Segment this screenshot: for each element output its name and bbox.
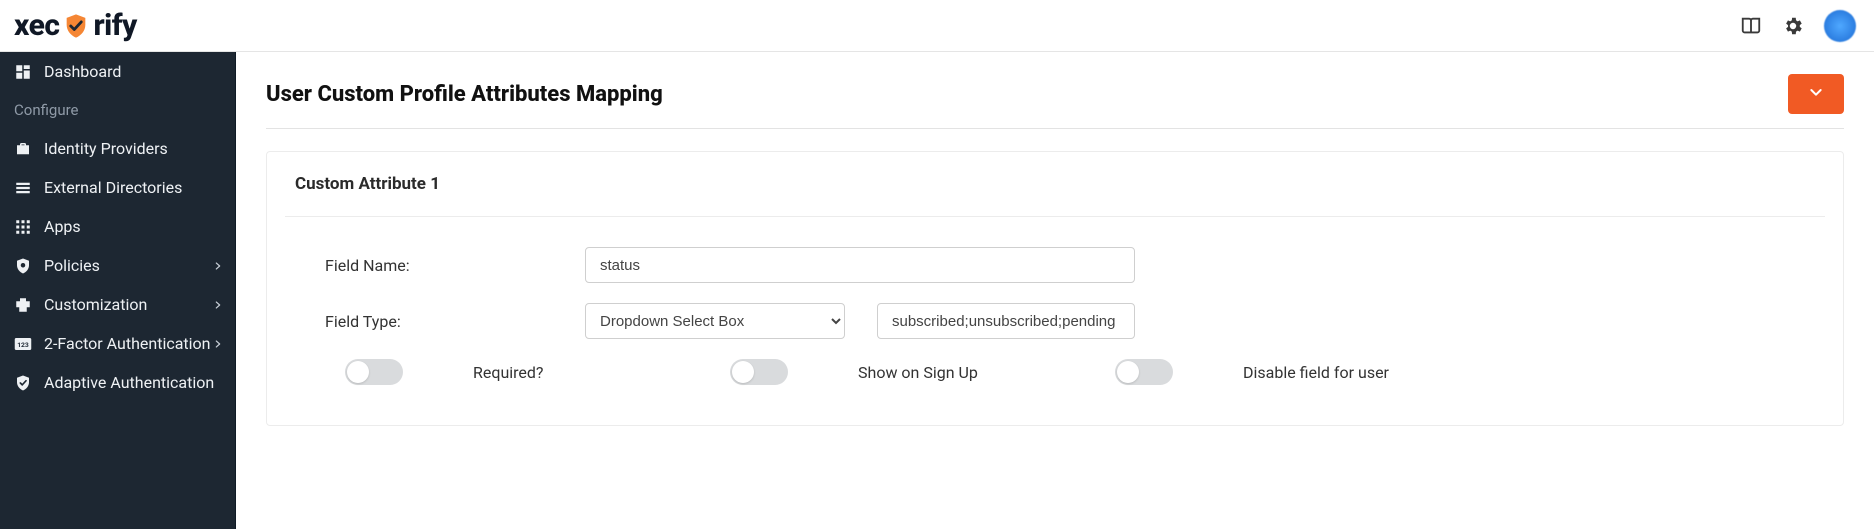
custom-attribute-card: Custom Attribute 1 Field Name: Field Typ… [266,151,1844,426]
sidebar-item-label: External Directories [44,178,182,197]
field-type-label: Field Type: [295,312,585,331]
disable-field-label: Disable field for user [1243,363,1389,382]
required-toggle[interactable] [345,359,403,385]
card-title: Custom Attribute 1 [295,174,1815,194]
field-name-input[interactable] [585,247,1135,283]
row-field-type: Field Type: TextDropdown Select BoxCheck… [295,303,1815,339]
sidebar-item-2fa[interactable]: 123 2-Factor Authentication [0,324,235,363]
sidebar-item-external-directories[interactable]: External Directories [0,168,235,207]
card-divider [285,216,1825,217]
sidebar-item-label: Customization [44,295,147,314]
shield-check-icon [14,374,32,392]
briefcase-icon [14,140,32,158]
sidebar: Dashboard Configure Identity Providers E… [0,52,236,529]
toggles-row: Required? Show on Sign Up Disable field … [295,359,1815,385]
field-type-select[interactable]: TextDropdown Select BoxCheckboxNumber [585,303,845,339]
sidebar-item-label: Identity Providers [44,139,168,158]
sidebar-item-label: Dashboard [44,62,121,81]
list-icon [14,179,32,197]
sidebar-item-apps[interactable]: Apps [0,207,235,246]
app-logo: xec rify [14,8,137,43]
svg-text:123: 123 [17,341,29,349]
puzzle-icon [14,296,32,314]
sidebar-item-label: 2-Factor Authentication [44,334,211,353]
required-label: Required? [473,363,544,382]
logo-text-post: rify [93,8,136,43]
main-content: User Custom Profile Attributes Mapping C… [236,52,1874,448]
sidebar-item-label: Adaptive Authentication [44,373,214,392]
docs-icon[interactable] [1740,15,1762,37]
logo-text-pre: xec [14,8,59,43]
toggle-show-on-signup: Show on Sign Up [730,359,1115,385]
field-name-label: Field Name: [295,256,585,275]
sidebar-item-label: Apps [44,217,81,236]
show-on-signup-toggle[interactable] [730,359,788,385]
header-actions [1740,10,1856,42]
sidebar-item-customization[interactable]: Customization [0,285,235,324]
show-on-signup-label: Show on Sign Up [858,363,978,382]
collapse-button[interactable] [1788,74,1844,114]
user-avatar[interactable] [1824,10,1856,42]
chevron-right-icon [213,334,223,353]
page-header: User Custom Profile Attributes Mapping [266,74,1844,129]
page-title: User Custom Profile Attributes Mapping [266,82,663,107]
sidebar-item-dashboard[interactable]: Dashboard [0,52,235,91]
toggle-required: Required? [345,359,730,385]
row-field-name: Field Name: [295,247,1815,283]
badge-123-icon: 123 [14,335,32,353]
chevron-right-icon [213,295,223,314]
sidebar-item-adaptive-auth[interactable]: Adaptive Authentication [0,363,235,402]
chevron-right-icon [213,256,223,275]
app-header: xec rify [0,0,1874,52]
logo-shield-icon [62,12,90,40]
toggle-disable-field: Disable field for user [1115,359,1389,385]
sidebar-section-configure: Configure [0,91,235,129]
dashboard-icon [14,63,32,81]
sidebar-item-identity-providers[interactable]: Identity Providers [0,129,235,168]
disable-field-toggle[interactable] [1115,359,1173,385]
grid-icon [14,218,32,236]
sidebar-item-policies[interactable]: Policies [0,246,235,285]
shield-search-icon [14,257,32,275]
field-options-input[interactable] [877,303,1135,339]
sidebar-section-label: Configure [14,101,79,119]
sidebar-item-label: Policies [44,256,100,275]
chevron-down-icon [1808,84,1824,104]
settings-icon[interactable] [1782,15,1804,37]
